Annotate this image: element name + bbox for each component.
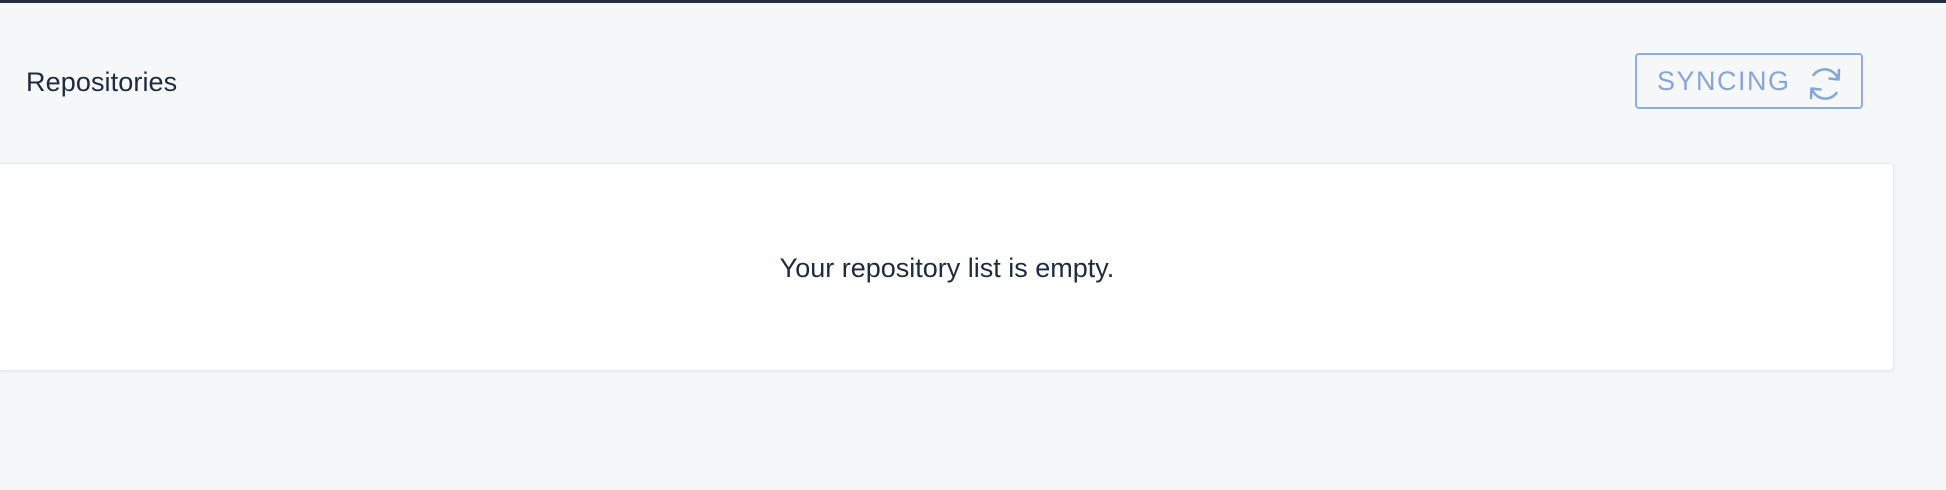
repository-list-card: Your repository list is empty. — [0, 163, 1894, 371]
empty-state-message: Your repository list is empty. — [779, 253, 1115, 283]
sync-button[interactable]: SYNCING — [1635, 53, 1863, 109]
page-header: Repositories SYNCING — [0, 3, 1946, 163]
sync-icon — [1805, 64, 1845, 104]
sync-button-label: SYNCING — [1657, 66, 1791, 96]
page-title: Repositories — [26, 67, 178, 97]
